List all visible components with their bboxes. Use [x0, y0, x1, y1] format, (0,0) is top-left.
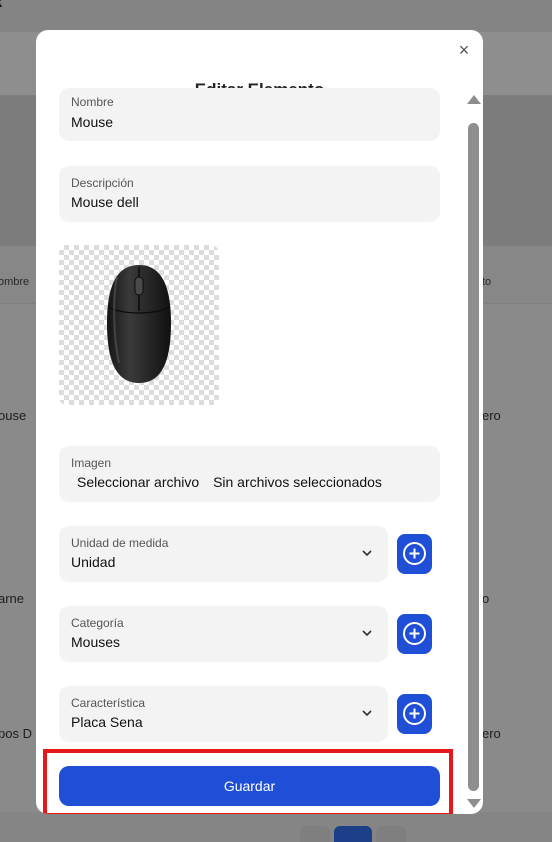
caracteristica-label: Característica	[71, 696, 146, 710]
plus-circle-icon	[403, 622, 426, 645]
imagen-field: Imagen Seleccionar archivo Sin archivos …	[59, 446, 440, 502]
add-unidad-button[interactable]	[397, 534, 432, 574]
nombre-label: Nombre	[71, 95, 114, 109]
background-col-right: to	[482, 276, 492, 288]
background-title: k	[0, 0, 2, 11]
file-input[interactable]: Seleccionar archivo Sin archivos selecci…	[77, 474, 382, 490]
plus-circle-icon	[403, 702, 426, 725]
save-button[interactable]: Guardar	[59, 766, 440, 806]
add-categoria-button[interactable]	[397, 614, 432, 654]
unidad-select[interactable]: Unidad de medida Unidad	[59, 526, 388, 582]
background-footer	[0, 812, 552, 842]
categoria-label: Categoría	[71, 616, 124, 630]
background-row-cell: ero	[482, 726, 501, 741]
descripcion-field[interactable]: Descripción Mouse dell	[59, 166, 440, 222]
background-header: k	[0, 0, 552, 32]
background-row-cell: pos D	[0, 726, 32, 741]
chevron-down-icon	[362, 630, 372, 637]
modal-body[interactable]: Nombre Mouse Descripción Mouse dell Imag…	[36, 88, 483, 814]
categoria-select[interactable]: Categoría Mouses	[59, 606, 388, 662]
edit-item-modal: Editar Elemento × Nombre Mouse Descripci…	[36, 30, 483, 814]
background-row-cell: arne	[0, 591, 25, 606]
background-row-cell: ouse	[0, 408, 27, 423]
add-caracteristica-button[interactable]	[397, 694, 432, 734]
unidad-label: Unidad de medida	[71, 536, 169, 550]
background-row-cell: o	[482, 591, 490, 606]
scrollbar-thumb[interactable]	[468, 123, 479, 791]
descripcion-label: Descripción	[71, 176, 134, 190]
pagination-next	[376, 826, 406, 842]
background-row-cell: ero	[482, 408, 501, 423]
background-col-name: ombre	[0, 276, 30, 288]
chevron-down-icon	[362, 710, 372, 717]
categoria-value: Mouses	[71, 634, 121, 650]
scroll-down-arrow[interactable]	[467, 799, 481, 808]
file-status: Sin archivos seleccionados	[213, 474, 382, 490]
pagination-active	[334, 826, 372, 842]
image-preview	[59, 245, 219, 405]
nombre-field[interactable]: Nombre Mouse	[59, 88, 440, 141]
nombre-value[interactable]: Mouse	[71, 114, 113, 130]
plus-circle-icon	[403, 542, 426, 565]
unidad-value: Unidad	[71, 554, 116, 570]
descripcion-value[interactable]: Mouse dell	[71, 194, 139, 210]
pagination-prev	[300, 826, 330, 842]
close-icon[interactable]: ×	[454, 40, 474, 60]
chevron-down-icon	[362, 550, 372, 557]
mouse-image	[107, 265, 171, 383]
scroll-up-arrow[interactable]	[467, 95, 481, 104]
imagen-label: Imagen	[71, 456, 112, 470]
caracteristica-value: Placa Sena	[71, 714, 143, 730]
caracteristica-select[interactable]: Característica Placa Sena	[59, 686, 388, 742]
choose-file-button[interactable]: Seleccionar archivo	[77, 474, 199, 490]
